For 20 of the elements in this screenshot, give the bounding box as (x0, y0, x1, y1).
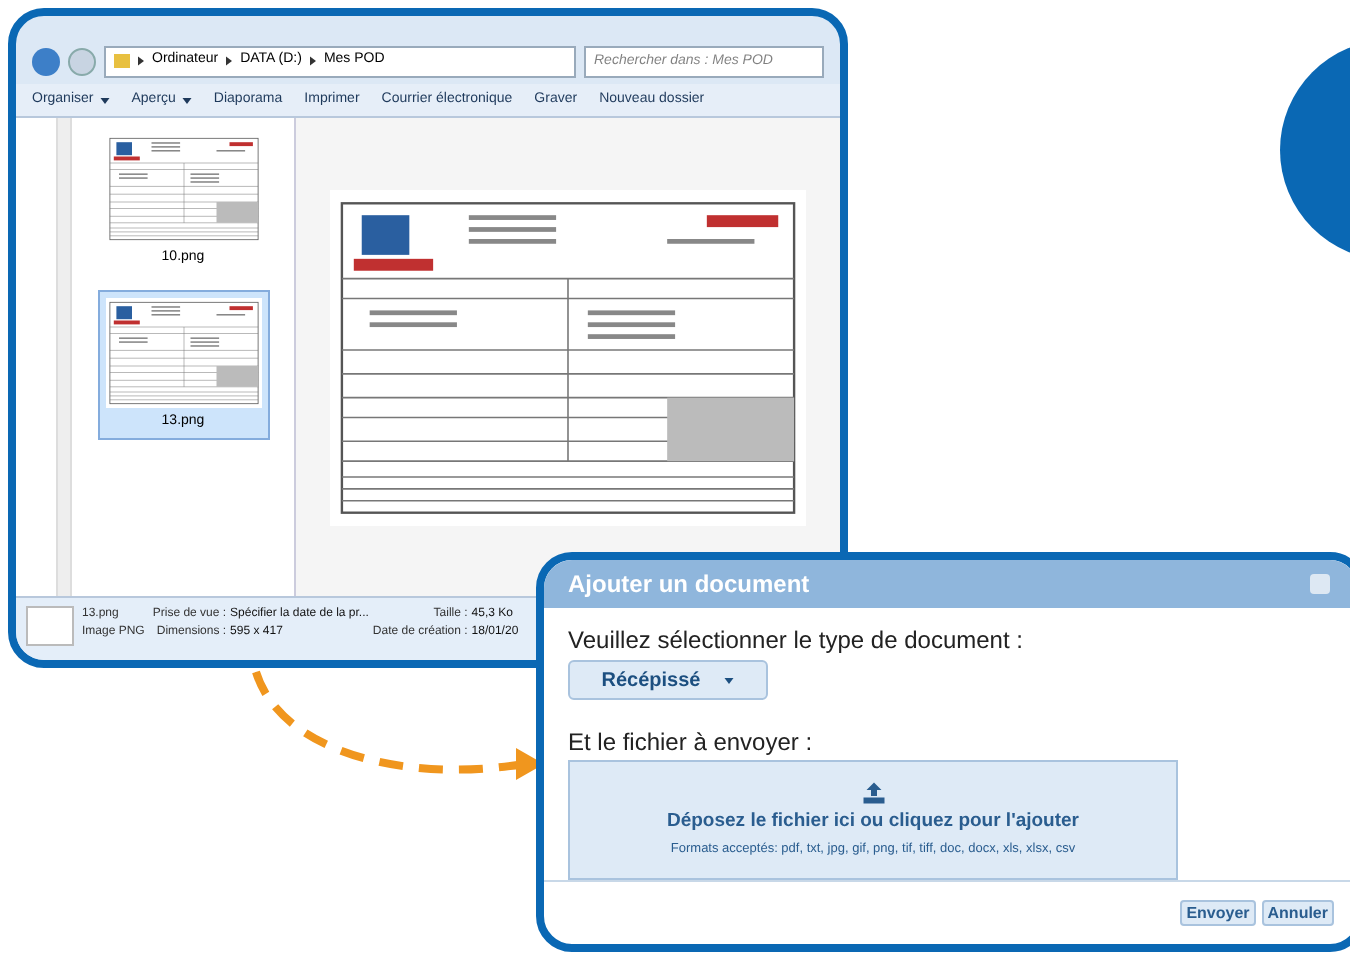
folder-icon (114, 54, 130, 68)
type-label: Veuillez sélectionner le type de document : (568, 624, 1025, 658)
close-icon[interactable] (1310, 574, 1330, 594)
breadcrumb-arrow-icon (309, 56, 316, 66)
forward-button[interactable] (68, 47, 96, 75)
caret-icon (724, 677, 735, 683)
dialog-title: Ajouter un document (568, 568, 810, 602)
scrollbar[interactable] (56, 118, 72, 596)
caret-icon (99, 97, 110, 103)
breadcrumb-arrow-icon (226, 56, 233, 66)
dialog-button[interactable]: Envoyer (1180, 900, 1256, 926)
type-select[interactable]: Récépissé (568, 660, 768, 700)
back-button[interactable] (32, 47, 60, 75)
upload-icon (861, 781, 885, 803)
caret-icon (181, 97, 192, 103)
dialog-button[interactable]: Annuler (1261, 900, 1334, 926)
breadcrumb-arrow-icon (138, 56, 144, 66)
file-label: Et le fichier à envoyer : (568, 726, 815, 760)
drop-zone-title: Déposez le fichier ici ou cliquez pour l'ajouter (666, 807, 1080, 835)
file-thumbnail (26, 606, 74, 646)
